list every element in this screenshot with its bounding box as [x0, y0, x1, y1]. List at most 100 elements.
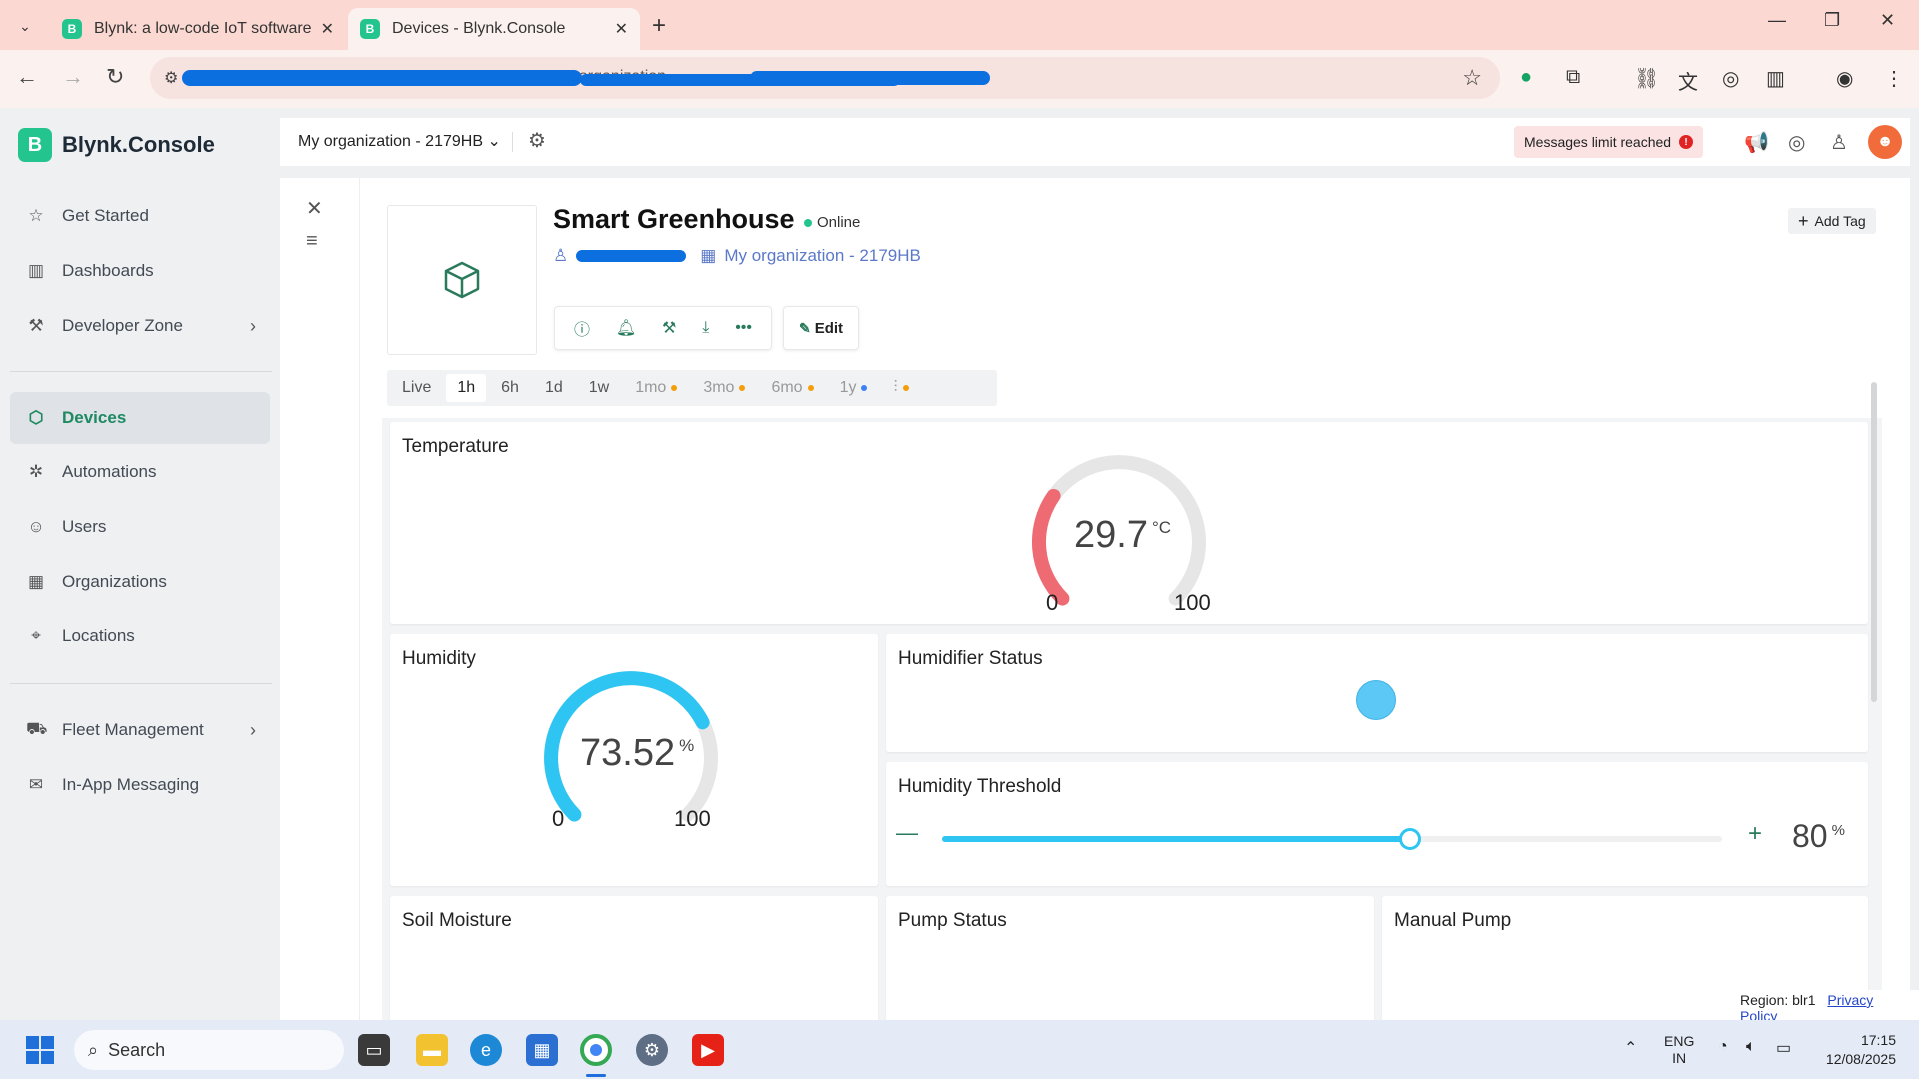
- sidebar-item-dashboards[interactable]: ▥ Dashboards: [10, 245, 270, 297]
- organization-name: My organization - 2179HB: [298, 133, 483, 150]
- notifications-bell-icon[interactable]: 🔔︎: [616, 318, 636, 338]
- clock-date: 12/08/2025: [1825, 1051, 1896, 1067]
- close-panel-icon[interactable]: ✕: [306, 196, 323, 221]
- more-dots-icon[interactable]: •••: [735, 319, 752, 337]
- reload-icon[interactable]: ↻: [106, 64, 124, 90]
- microsoft-store-icon[interactable]: ▦: [526, 1034, 558, 1066]
- time-range-live[interactable]: Live: [391, 374, 442, 402]
- battery-icon[interactable]: ▭: [1776, 1038, 1791, 1058]
- file-explorer-icon[interactable]: ▬: [416, 1034, 448, 1066]
- profile-icon[interactable]: ◉: [1836, 66, 1853, 91]
- settings-gear-icon[interactable]: ⚙: [636, 1034, 668, 1066]
- slider-track[interactable]: [942, 828, 1722, 850]
- soil-moisture-widget[interactable]: Soil Moisture: [390, 896, 878, 1020]
- task-view-icon[interactable]: ▭: [358, 1034, 390, 1066]
- youtube-icon[interactable]: ▶: [692, 1034, 724, 1066]
- window-restore-icon[interactable]: ❐: [1824, 10, 1840, 31]
- browser-toolbar: ← → ↻ ⚙ , organization, ... ☆ ● ⧉ ⛓ 文 ◎ …: [0, 50, 1919, 108]
- sidebar-item-label: Devices: [62, 408, 127, 427]
- wifi-icon[interactable]: ◔: [1718, 1038, 1728, 1056]
- announcements-megaphone-icon[interactable]: 📢: [1744, 130, 1769, 155]
- time-range-1d[interactable]: 1d: [534, 374, 574, 402]
- sidebar-item-get-started[interactable]: ☆ Get Started: [10, 190, 270, 242]
- slider-handle[interactable]: [1399, 828, 1421, 850]
- system-clock[interactable]: 17:15 12/08/2025: [1816, 1031, 1896, 1069]
- taskbar-search[interactable]: ⌕ Search: [74, 1030, 344, 1070]
- time-range-3mo[interactable]: 3mo: [692, 374, 756, 402]
- sidebar-item-label: In-App Messaging: [62, 775, 200, 794]
- window-minimize-icon[interactable]: —: [1768, 10, 1786, 31]
- sidebar-item-label: Developer Zone: [62, 316, 183, 335]
- sidebar-item-in-app-messaging[interactable]: ✉ In-App Messaging: [10, 759, 270, 811]
- time-range-1mo[interactable]: 1mo: [624, 374, 688, 402]
- humidifier-status-widget[interactable]: Humidifier Status: [886, 634, 1868, 752]
- sidebar-item-fleet-management[interactable]: ⛟ Fleet Management ›: [10, 704, 270, 756]
- help-lifebuoy-icon[interactable]: ◎: [1788, 130, 1805, 155]
- temperature-widget[interactable]: Temperature 29.7 °C 0 100: [390, 422, 1868, 624]
- edge-browser-icon[interactable]: e: [470, 1034, 502, 1066]
- translate-icon[interactable]: 文: [1678, 66, 1698, 95]
- new-tab-plus-icon[interactable]: +: [652, 12, 666, 40]
- blynk-logo[interactable]: B Blynk.Console: [18, 128, 215, 162]
- widget-title: Soil Moisture: [402, 910, 512, 931]
- sidebar-item-automations[interactable]: ✲ Automations: [10, 446, 270, 498]
- tab-close-icon[interactable]: ✕: [615, 19, 628, 39]
- forward-arrow-icon[interactable]: →: [62, 64, 84, 90]
- sidebar-item-developer-zone[interactable]: ⚒ Developer Zone ›: [10, 300, 270, 352]
- humidity-threshold-widget[interactable]: Humidity Threshold — + 80%: [886, 762, 1868, 886]
- input-language-indicator[interactable]: ENG IN: [1664, 1033, 1694, 1067]
- tab-close-icon[interactable]: ✕: [321, 19, 334, 39]
- notifications-bell-icon[interactable]: ♙: [1830, 130, 1848, 155]
- reading-mode-icon[interactable]: ▥: [1766, 66, 1785, 91]
- pump-status-widget[interactable]: Pump Status: [886, 896, 1374, 1020]
- tab-search-menu-icon[interactable]: ⌄: [12, 13, 38, 39]
- extensions-puzzle-icon[interactable]: ⧉: [1566, 66, 1580, 89]
- sidebar-item-devices[interactable]: ⬡ Devices: [10, 392, 270, 444]
- back-arrow-icon[interactable]: ←: [16, 64, 38, 90]
- slider-decrement-button[interactable]: —: [896, 820, 918, 846]
- edit-dashboard-button[interactable]: ✎ Edit: [783, 306, 859, 350]
- time-range-1y[interactable]: 1y: [829, 374, 879, 402]
- time-range-6h[interactable]: 6h: [490, 374, 530, 402]
- widget-title: Temperature: [402, 436, 509, 457]
- windows-start-icon[interactable]: [26, 1036, 54, 1064]
- volume-icon[interactable]: 🔈︎: [1746, 1038, 1756, 1056]
- organization-settings-gear-icon[interactable]: ⚙: [528, 128, 546, 153]
- messages-limit-banner[interactable]: Messages limit reached !: [1514, 126, 1704, 158]
- download-icon[interactable]: ⤓: [702, 319, 709, 337]
- browser-tab-devices[interactable]: B Devices - Blynk.Console ✕: [348, 8, 640, 50]
- add-tag-button[interactable]: + Add Tag: [1788, 208, 1876, 234]
- slider-increment-button[interactable]: +: [1748, 820, 1762, 848]
- screenshot-icon[interactable]: ◎: [1722, 66, 1739, 91]
- device-organization-link[interactable]: My organization - 2179HB: [724, 246, 921, 266]
- sidebar-item-locations[interactable]: ⌖ Locations: [10, 610, 270, 662]
- hamburger-menu-icon[interactable]: ≡: [306, 230, 318, 253]
- sidebar-item-users[interactable]: ☺ Users: [10, 501, 270, 553]
- chrome-browser-icon[interactable]: [580, 1034, 612, 1066]
- time-range-label: 6h: [501, 379, 519, 396]
- site-info-icon[interactable]: ⚙: [164, 68, 178, 88]
- sidebar-divider: [10, 371, 272, 372]
- content-scrollbar[interactable]: [1871, 382, 1877, 702]
- user-avatar[interactable]: ☻: [1868, 125, 1902, 159]
- time-range-6mo[interactable]: 6mo: [760, 374, 824, 402]
- browser-menu-icon[interactable]: ⋮: [1884, 66, 1904, 91]
- sidebar: B Blynk.Console ☆ Get Started ▥ Dashboar…: [0, 108, 280, 1020]
- time-range-1w[interactable]: 1w: [578, 374, 620, 402]
- window-close-icon[interactable]: ✕: [1880, 10, 1895, 31]
- organization-selector[interactable]: My organization - 2179HB ⌄: [298, 131, 501, 151]
- bookmark-star-icon[interactable]: ☆: [1462, 65, 1482, 91]
- blynk-logo-icon: B: [18, 128, 52, 162]
- browser-tab-blynk-home[interactable]: B Blynk: a low-code IoT software p ✕: [50, 8, 346, 50]
- humidity-widget[interactable]: Humidity 73.52% 0 100: [390, 634, 878, 886]
- info-icon[interactable]: ⓘ: [574, 316, 590, 340]
- link-icon[interactable]: ⛓: [1634, 66, 1659, 91]
- time-range-1h[interactable]: 1h: [446, 374, 487, 402]
- tools-icon[interactable]: ⚒: [662, 318, 676, 338]
- address-bar[interactable]: ⚙ , organization, ... ☆: [150, 57, 1500, 99]
- grammarly-extension-icon[interactable]: ●: [1520, 66, 1532, 89]
- show-hidden-icons-chevron-icon[interactable]: ⌃: [1624, 1038, 1637, 1058]
- sidebar-item-organizations[interactable]: ▦ Organizations: [10, 556, 270, 608]
- custom-range-sliders[interactable]: ⫶: [882, 374, 919, 402]
- owner-name-redaction[interactable]: [576, 250, 687, 262]
